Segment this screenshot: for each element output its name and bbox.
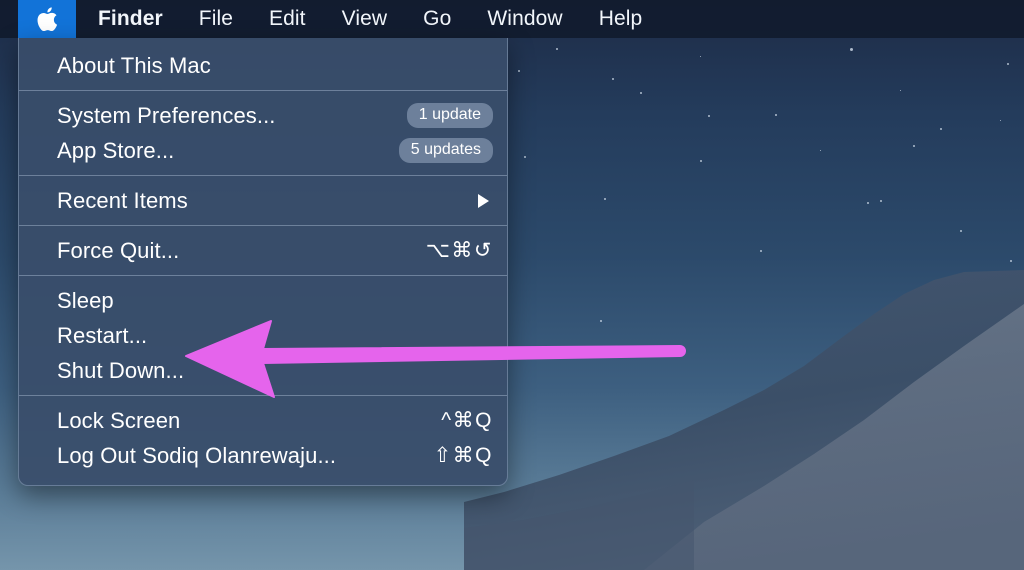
menu-item-shortcut: ⇧⌘Q [433, 444, 493, 467]
star [604, 198, 606, 200]
star [760, 250, 762, 252]
menubar-item-help[interactable]: Help [581, 7, 661, 31]
menubar-item-file[interactable]: File [181, 7, 251, 31]
menu-item-recent-items[interactable]: Recent Items [19, 183, 507, 218]
menu-item-app-store[interactable]: App Store... 5 updates [19, 133, 507, 168]
menu-item-label: App Store... [57, 137, 175, 163]
menubar-item-finder[interactable]: Finder [76, 7, 181, 31]
star [1010, 260, 1012, 262]
star [1007, 63, 1009, 65]
menu-item-lock-screen[interactable]: Lock Screen ^⌘Q [19, 403, 507, 438]
star [850, 48, 853, 51]
update-badge: 1 update [406, 103, 493, 128]
menu-bar: Finder File Edit View Go Window Help [0, 0, 1024, 38]
menu-separator [19, 275, 507, 276]
star [940, 128, 942, 130]
menu-item-sleep[interactable]: Sleep [19, 283, 507, 318]
star [880, 200, 882, 202]
menu-group: Force Quit... ⌥⌘↺ [19, 229, 507, 272]
star [960, 230, 962, 232]
menu-item-shortcut: ^⌘Q [441, 409, 493, 432]
star [556, 48, 558, 50]
menu-item-system-preferences[interactable]: System Preferences... 1 update [19, 98, 507, 133]
star [775, 114, 777, 116]
star [640, 92, 642, 94]
menu-separator [19, 90, 507, 91]
wallpaper-mountain [464, 270, 1024, 570]
menu-group: System Preferences... 1 update App Store..… [19, 94, 507, 172]
menu-item-accessory: ⇧⌘Q [434, 443, 493, 468]
menu-separator [19, 225, 507, 226]
menu-group: Sleep Restart... Shut Down... [19, 279, 507, 392]
menu-group: About This Mac [19, 44, 507, 87]
menu-item-accessory: 5 updates [398, 138, 493, 163]
menubar-item-view[interactable]: View [324, 7, 406, 31]
menu-item-shut-down[interactable]: Shut Down... [19, 353, 507, 388]
menu-item-accessory: ⌥⌘↺ [426, 238, 493, 263]
menu-group: Recent Items [19, 179, 507, 222]
star [820, 150, 821, 151]
menu-item-accessory: 1 update [406, 103, 493, 128]
star [612, 78, 614, 80]
menu-item-label: Lock Screen [57, 407, 181, 433]
menu-item-force-quit[interactable]: Force Quit... ⌥⌘↺ [19, 233, 507, 268]
star [700, 160, 702, 162]
menu-item-accessory [478, 193, 493, 208]
star [524, 156, 526, 158]
star [913, 145, 915, 147]
star [867, 202, 869, 204]
menu-item-label: About This Mac [57, 52, 211, 78]
apple-logo-icon [37, 7, 57, 31]
menubar-item-go[interactable]: Go [405, 7, 469, 31]
menubar-item-edit[interactable]: Edit [251, 7, 324, 31]
menu-item-label: Restart... [57, 322, 148, 348]
menu-item-log-out-sodiq-olanrewaju[interactable]: Log Out Sodiq Olanrewaju... ⇧⌘Q [19, 438, 507, 473]
menu-item-restart[interactable]: Restart... [19, 318, 507, 353]
menu-item-shortcut: ⌥⌘↺ [425, 239, 493, 262]
menu-separator [19, 175, 507, 176]
apple-menu-dropdown: About This Mac System Preferences... 1 upd… [18, 38, 508, 486]
update-badge: 5 updates [398, 138, 493, 163]
menu-separator [19, 395, 507, 396]
star [700, 56, 701, 57]
submenu-chevron-icon [478, 193, 489, 208]
star [900, 90, 901, 91]
menu-item-accessory: ^⌘Q [441, 408, 493, 433]
menu-item-label: Sleep [57, 287, 114, 313]
menu-item-label: Shut Down... [57, 357, 185, 383]
menu-item-about-this-mac[interactable]: About This Mac [19, 48, 507, 83]
star [708, 115, 710, 117]
desktop-screen: Finder File Edit View Go Window Help Abo… [0, 0, 1024, 570]
menu-item-label: System Preferences... [57, 102, 276, 128]
menu-item-label: Log Out Sodiq Olanrewaju... [57, 442, 337, 468]
star [518, 70, 520, 72]
menu-group: Lock Screen ^⌘Q Log Out Sodiq Olanrewaju..… [19, 399, 507, 477]
star [1000, 120, 1001, 121]
apple-menu-button[interactable] [18, 0, 76, 38]
menu-item-label: Recent Items [57, 187, 188, 213]
menu-item-label: Force Quit... [57, 237, 180, 263]
menubar-item-window[interactable]: Window [469, 7, 580, 31]
